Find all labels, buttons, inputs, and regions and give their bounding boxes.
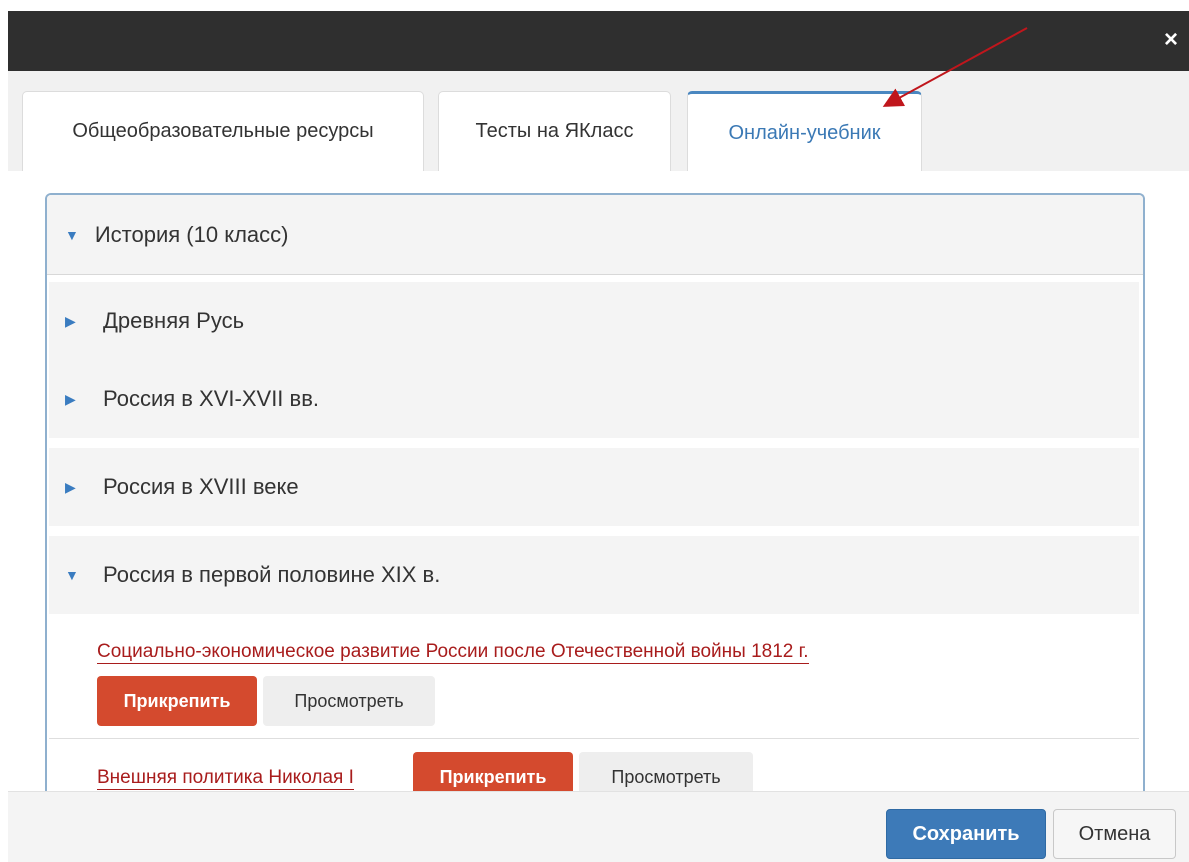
save-button[interactable]: Сохранить: [886, 809, 1046, 859]
tab-online-textbook[interactable]: Онлайн-учебник: [687, 91, 922, 172]
tab-general-resources[interactable]: Общеобразовательные ресурсы: [22, 91, 424, 171]
tree-section-russia-16-17[interactable]: ▶ Россия в XVI-XVII вв.: [49, 360, 1139, 438]
caret-right-icon: ▶: [65, 390, 76, 407]
lesson-divider: [49, 738, 1139, 739]
dialog-titlebar: ×: [8, 11, 1189, 71]
tree-root-history[interactable]: ▼ История (10 класс): [47, 195, 1143, 275]
caret-right-icon: ▶: [65, 478, 76, 495]
tab-yaklass-tests[interactable]: Тесты на ЯКласс: [438, 91, 671, 171]
tree-section-ancient-rus[interactable]: ▶ Древняя Русь: [49, 282, 1139, 360]
lesson-link[interactable]: Социально-экономическое развитие России …: [97, 641, 809, 664]
lesson-link[interactable]: Внешняя политика Николая I: [97, 767, 354, 790]
tree-section-label: Россия в XVIII веке: [103, 474, 299, 499]
dialog-body: Общеобразовательные ресурсы Тесты на ЯКл…: [8, 71, 1189, 813]
close-icon[interactable]: ×: [1159, 25, 1183, 55]
tab-content: ▼ История (10 класс) ▶ Древняя Русь ▶ Ро…: [8, 171, 1189, 813]
tree-section-label: Россия в XVI-XVII вв.: [103, 386, 320, 411]
tree-section-russia-19-first-half[interactable]: ▼ Россия в первой половине XIX в.: [49, 536, 1139, 614]
tab-strip: Общеобразовательные ресурсы Тесты на ЯКл…: [8, 71, 1189, 172]
cancel-button[interactable]: Отмена: [1053, 809, 1176, 859]
caret-down-icon: ▼: [65, 226, 79, 243]
course-tree-panel: ▼ История (10 класс) ▶ Древняя Русь ▶ Ро…: [45, 193, 1145, 813]
attach-button[interactable]: Прикрепить: [97, 676, 257, 726]
caret-down-icon: ▼: [65, 567, 79, 583]
caret-right-icon: ▶: [65, 312, 76, 329]
tree-section-label: Древняя Русь: [103, 308, 245, 333]
view-button[interactable]: Просмотреть: [263, 676, 435, 726]
dialog-footer: Сохранить Отмена: [8, 791, 1189, 862]
tree-section-russia-18[interactable]: ▶ Россия в XVIII веке: [49, 448, 1139, 526]
tree-root-label: История (10 класс): [94, 221, 289, 247]
tree-section-label: Россия в первой половине XIX в.: [103, 562, 441, 587]
